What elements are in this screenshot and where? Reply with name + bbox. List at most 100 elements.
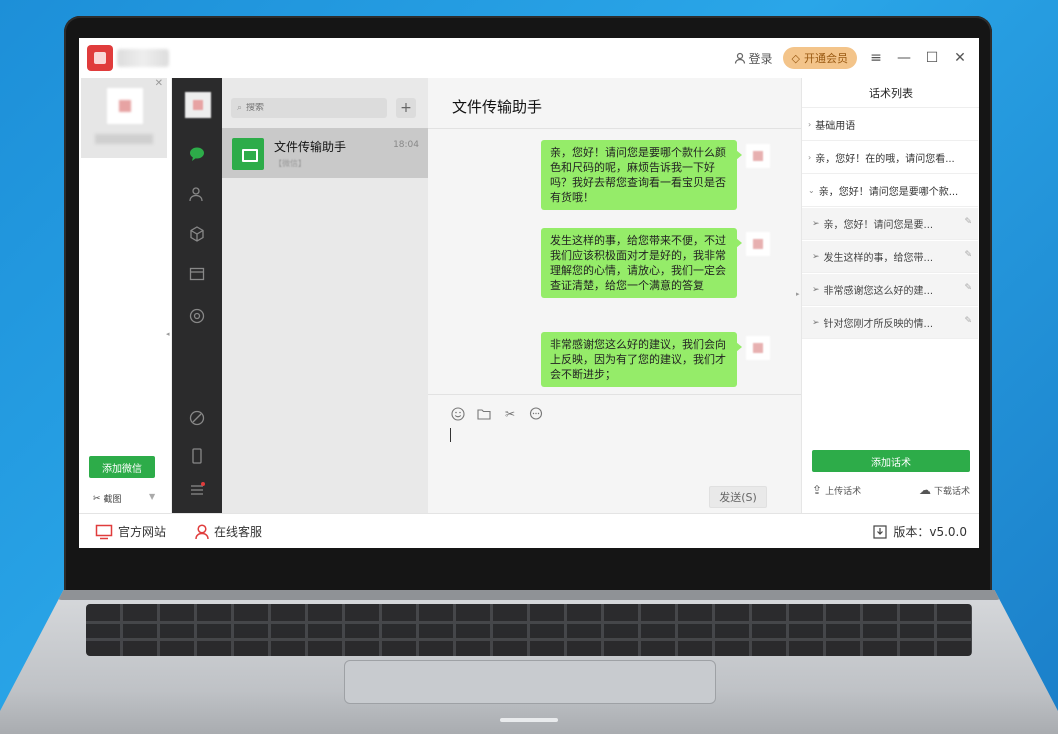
online-service-label: 在线客服 [214,525,263,539]
folder-icon[interactable] [187,264,207,284]
upload-phrases-button[interactable]: ⇪ 上传话术 [812,483,861,497]
text-cursor [450,428,451,442]
phone-icon[interactable] [187,446,207,466]
download-phrases-button[interactable]: ☁ 下载话术 [919,483,970,497]
send-button[interactable]: 发送(S) [709,486,767,508]
send-plane-icon[interactable]: ➢ [812,318,820,328]
close-icon[interactable]: ✕ [155,78,163,89]
search-input[interactable] [246,103,367,113]
message-input[interactable] [446,424,786,484]
phrase-item[interactable]: ➢ 亲，您好！请问您是要... ✎ [802,208,978,240]
phrase-group-label: 亲，您好！请问您是要哪个款... [818,187,959,198]
monitor-icon [95,524,113,539]
more-menu-icon[interactable] [187,480,207,500]
close-button[interactable]: ✕ [951,49,969,67]
phrase-item-label: 非常感谢您这么好的建... [823,286,934,297]
edit-icon[interactable]: ✎ [964,283,972,293]
message-bubble[interactable]: 发生这样的事，给您带来不便，不过我们应该积极面对才是好的，我非常理解您的心情，请… [541,228,742,298]
screenshot-button[interactable]: ✂ 截图 ▼ [93,492,155,505]
avatar [746,336,770,360]
official-site-label: 官方网站 [118,525,167,539]
login-label: 登录 [748,51,773,66]
add-phrase-label: 添加话术 [871,457,911,469]
send-plane-icon[interactable]: ➢ [812,219,820,229]
chat-bubble-icon[interactable] [528,406,544,422]
send-plane-icon[interactable]: ➢ [812,285,820,295]
account-column: ✕ 添加微信 ✂ 截图 ▼ ◂ [79,78,172,513]
edit-icon[interactable]: ✎ [964,250,972,260]
emoji-icon[interactable] [450,406,466,422]
maximize-button[interactable]: ☐ [923,49,941,67]
add-phrase-button[interactable]: 添加话术 [812,450,970,472]
add-wechat-button[interactable]: 添加微信 [89,456,155,478]
search-box[interactable]: ⌕ [231,98,387,118]
bottom-bar: 官方网站 在线客服 版本：v5.0.0 [79,513,979,548]
minimize-button[interactable]: — [895,49,913,67]
titlebar-controls: 登录 ◇ 开通会员 ≡ — ☐ ✕ [734,46,969,70]
message-bubble[interactable]: 亲，您好！请问您是要哪个款什么颜色和尺码的呢，麻烦告诉我一下好吗？我好去帮您查询… [541,140,742,210]
phrase-group[interactable]: › 亲，您好！在的哦，请问您看... [802,142,978,174]
add-chat-button[interactable]: + [396,98,416,118]
moments-icon[interactable] [187,306,207,326]
phrase-item[interactable]: ➢ 发生这样的事，给您带... ✎ [802,241,978,273]
chat-list-item[interactable]: 文件传输助手 18:04 【微信】 [222,128,428,178]
phrase-group[interactable]: › 基础用语 [802,109,978,141]
chat-time: 18:04 [393,140,419,150]
touchpad [344,660,716,704]
mini-program-icon[interactable] [187,408,207,428]
phrase-item[interactable]: ➢ 针对您刚才所反映的情... ✎ [802,307,978,339]
menu-button[interactable]: ≡ [867,49,885,67]
minimize-icon: — [897,50,911,66]
chevron-down-icon[interactable]: ▼ [149,492,155,501]
wechat-nav-bar [172,78,222,513]
search-icon: ⌕ [237,103,243,113]
contacts-icon[interactable] [187,184,207,204]
login-button[interactable]: 登录 [734,50,773,67]
upload-icon: ⇪ [812,483,823,497]
account-name-blurred [95,134,153,144]
chevron-right-icon: › [808,120,812,129]
phrase-item[interactable]: ➢ 非常感谢您这么好的建... ✎ [802,274,978,306]
online-service-link[interactable]: 在线客服 [195,523,262,540]
version-info: 版本：v5.0.0 [873,523,967,540]
edit-icon[interactable]: ✎ [964,217,972,227]
app-screen: 登录 ◇ 开通会员 ≡ — ☐ ✕ ✕ 添加微信 ✂ 截图 ▼ ◂ ⌕ 搜索 +… [79,38,979,548]
chevron-down-icon: ⌄ [808,186,815,195]
chat-area: 文件传输助手 亲，您好！请问您是要哪个款什么颜色和尺码的呢，麻烦告诉我一下好吗？… [428,78,801,513]
chevron-right-icon: › [808,153,812,162]
app-name-blurred [117,49,169,67]
user-icon [734,52,745,64]
menu-icon: ≡ [870,50,882,66]
cloud-download-icon: ☁ [918,483,931,497]
phrase-actions: ⇪ 上传话术 ☁ 下载话术 [812,483,970,497]
chat-list-panel: ⌕ + 文件传输助手 18:04 【微信】 [222,78,428,513]
send-plane-icon[interactable]: ➢ [812,252,820,262]
screenshot-label: 截图 [103,495,122,505]
message-bubble[interactable]: 非常感谢您这么好的建议，我们会向上反映，因为有了您的建议，我们才会不断进步； [541,332,742,387]
edit-icon[interactable]: ✎ [964,316,972,326]
avatar [107,88,143,124]
phrase-group[interactable]: ⌄ 亲，您好！请问您是要哪个款... [802,175,978,207]
app-logo [87,45,113,71]
laptop-base [0,590,1058,734]
scissors-icon[interactable]: ✂ [502,406,518,422]
upload-label: 上传话术 [825,486,862,497]
avatar [746,232,770,256]
diamond-icon: ◇ [791,51,800,65]
chat-title: 文件传输助手 [452,98,543,116]
version-label: 版本：v5.0.0 [893,525,967,539]
collapse-arrow-icon[interactable]: ◂ [166,330,170,338]
chat-icon[interactable] [187,144,207,164]
folder-icon[interactable] [476,406,492,422]
download-icon[interactable] [873,524,887,539]
compose-toolbar: ✂ [450,406,544,422]
official-site-link[interactable]: 官方网站 [95,523,166,540]
divider [428,394,801,395]
add-wechat-label: 添加微信 [102,463,142,475]
account-card[interactable]: ✕ [81,78,167,158]
vip-button[interactable]: ◇ 开通会员 [782,47,857,69]
avatar[interactable] [185,92,211,118]
favorites-cube-icon[interactable] [187,224,207,244]
collapse-arrow-icon[interactable]: ▸ [796,290,800,298]
title-bar: 登录 ◇ 开通会员 ≡ — ☐ ✕ [79,38,979,78]
